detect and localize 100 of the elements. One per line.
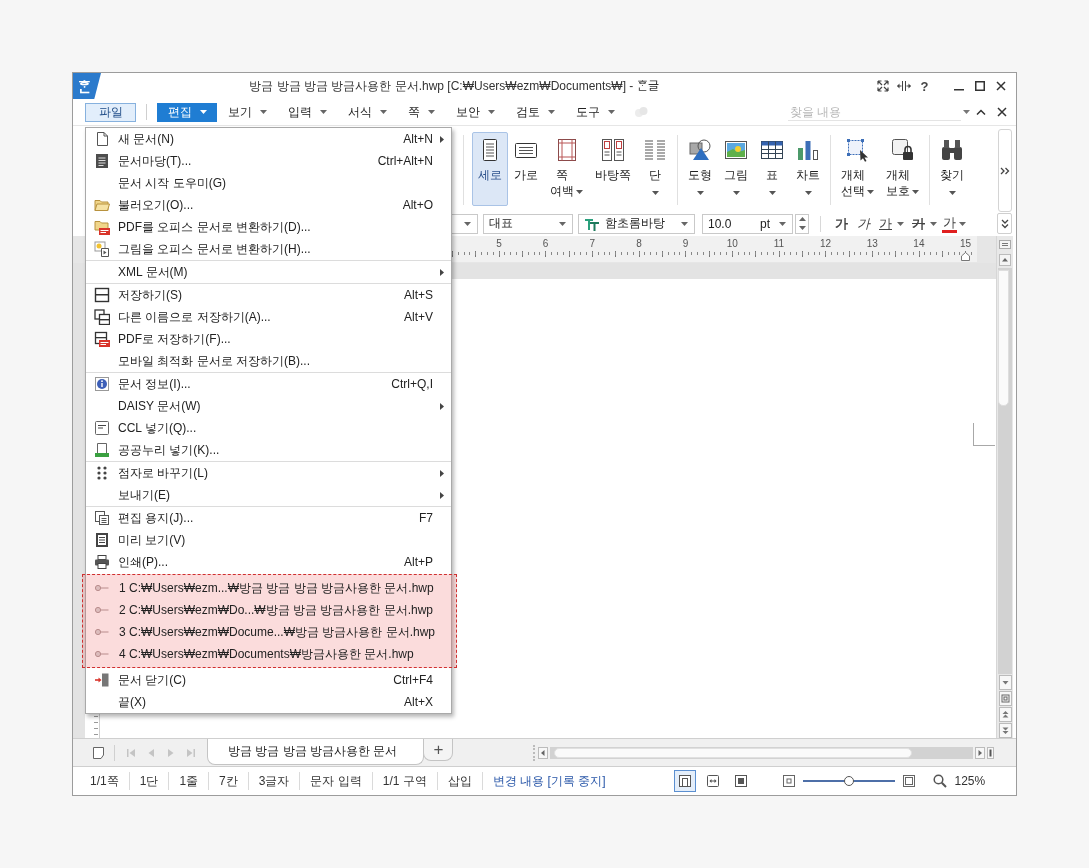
italic-button[interactable]: 가	[854, 213, 873, 234]
menu-item[interactable]: 새 문서(N) Alt+N	[86, 128, 451, 150]
ribbon-button[interactable]: 찾기	[934, 132, 970, 206]
page-frame-icon[interactable]	[998, 690, 1012, 706]
view-button[interactable]	[674, 770, 697, 792]
status-field[interactable]: 1/1 구역	[372, 772, 437, 790]
caret-icon[interactable]	[651, 191, 659, 195]
caret-icon[interactable]	[897, 221, 904, 226]
ribbon-button[interactable]: 단	[637, 132, 673, 206]
status-field[interactable]: 1줄	[169, 772, 209, 790]
left-arrow-icon[interactable]	[538, 746, 548, 759]
menu-item[interactable]: PDF를 오피스 문서로 변환하기(D)...	[86, 216, 451, 238]
menu-item[interactable]: 저장하기(S) Alt+S	[86, 284, 451, 306]
split-handle-icon[interactable]	[999, 239, 1011, 249]
font-combo[interactable]: 함초롬바탕	[578, 213, 695, 234]
menu-item[interactable]: 보내기(E)	[86, 484, 451, 506]
caret-icon[interactable]	[768, 191, 776, 195]
caret-icon[interactable]	[930, 221, 937, 226]
menu-item[interactable]: 끝(X) Alt+X	[86, 691, 451, 713]
menu-item[interactable]: 점자로 바꾸기(L)	[86, 462, 451, 484]
document-tab[interactable]: 방금 방금 방금 방금사용한 문서	[207, 739, 425, 765]
strikethrough-button[interactable]: 가	[909, 213, 928, 234]
menu-item[interactable]: 불러오기(O)... Alt+O	[86, 194, 451, 216]
ribbon-button[interactable]: 개체 보호	[880, 132, 925, 206]
caret-icon[interactable]	[948, 191, 956, 195]
expand-button[interactable]	[997, 213, 1012, 234]
ribbon-button[interactable]: 바탕쪽	[589, 132, 637, 206]
tab-stop-marker-icon[interactable]	[961, 252, 970, 261]
caret-icon[interactable]	[867, 189, 874, 194]
menu-item[interactable]: 미리 보기(V)	[86, 529, 451, 551]
scrollbar-thumb[interactable]	[998, 270, 1009, 406]
close-icon[interactable]	[996, 107, 1007, 117]
status-field[interactable]: 문자 입력	[300, 772, 372, 790]
zoom-in-icon[interactable]	[903, 775, 916, 787]
previous-page-icon[interactable]	[998, 706, 1012, 722]
caret-icon[interactable]	[732, 191, 740, 195]
change-tracking-link[interactable]: 변경 내용 [기록 중지]	[482, 772, 616, 790]
caret-icon[interactable]	[696, 191, 704, 195]
horizontal-scrollbar[interactable]	[550, 746, 973, 759]
recent-file-item[interactable]: 3 C:₩Users₩ezm₩Docume...₩방금 방금사용한 문서.hwp	[86, 621, 451, 643]
underline-button[interactable]: 가	[876, 213, 895, 234]
menu-item[interactable]: XML 문서(M)	[86, 261, 451, 283]
menu-item[interactable]: 편집 용지(J)... F7	[86, 507, 451, 529]
next-page-icon[interactable]	[998, 722, 1012, 738]
menu-tab[interactable]: 검토	[505, 102, 565, 122]
status-field[interactable]: 1/1쪽	[80, 772, 129, 790]
chevron-up-icon[interactable]	[975, 109, 986, 115]
menu-item[interactable]: 모바일 최적화 문서로 저장하기(B)...	[86, 350, 451, 372]
paragraph-style-combo[interactable]: 대표	[483, 213, 573, 234]
recent-file-item[interactable]: 2 C:₩Users₩ezm₩Do...₩방금 방금 방금사용한 문서.hwp	[86, 599, 451, 621]
menu-item[interactable]: PDF로 저장하기(F)...	[86, 328, 451, 350]
menu-item[interactable]: 공공누리 넣기(K)...	[86, 439, 451, 461]
ribbon-button[interactable]: 차트	[790, 132, 826, 206]
add-tab-button[interactable]: +	[423, 739, 454, 761]
menu-item[interactable]: 문서 정보(I)... Ctrl+Q,I	[86, 373, 451, 395]
caret-icon[interactable]	[959, 221, 966, 226]
caret-icon[interactable]	[912, 189, 919, 194]
ribbon-button[interactable]: 그림	[718, 132, 754, 206]
ribbon-button[interactable]: 도형	[682, 132, 718, 206]
menu-item[interactable]: 문서 닫기(C) Ctrl+F4	[86, 669, 451, 691]
menu-item[interactable]: 인쇄(P)... Alt+P	[86, 551, 451, 573]
menu-tab[interactable]: 입력	[277, 102, 337, 122]
status-field[interactable]: 1단	[129, 772, 169, 790]
menu-tab[interactable]: 보안	[445, 102, 505, 122]
recent-file-item[interactable]: 1 C:₩Users₩ezm...₩방금 방금 방금 방금사용한 문서.hwp	[86, 577, 451, 599]
ribbon-button[interactable]: 개체 선택	[835, 132, 880, 206]
menu-item[interactable]: 다른 이름으로 저장하기(A)... Alt+V	[86, 306, 451, 328]
caret-icon[interactable]	[804, 191, 812, 195]
maximize-icon[interactable]	[974, 81, 985, 91]
style-combo[interactable]	[450, 213, 478, 234]
bold-button[interactable]: 가	[832, 213, 851, 234]
help-button[interactable]: ?	[920, 78, 929, 94]
menu-tab[interactable]: 도구	[565, 102, 625, 122]
menu-tab[interactable]: 편집	[157, 102, 217, 122]
menu-item[interactable]: 그림을 오피스 문서로 변환하기(H)...	[86, 238, 451, 260]
menu-item[interactable]: CCL 넣기(Q)...	[86, 417, 451, 439]
status-field[interactable]: 7칸	[209, 772, 248, 790]
size-spinner[interactable]	[795, 213, 809, 234]
menu-tab[interactable]: 쪽	[397, 102, 445, 122]
ribbon-button[interactable]: 세로	[472, 132, 508, 206]
close-icon[interactable]	[995, 81, 1006, 91]
page-icon[interactable]	[92, 746, 104, 759]
menu-item[interactable]: 문서마당(T)... Ctrl+Alt+N	[86, 150, 451, 172]
ribbon-button[interactable]: 가로	[508, 132, 544, 206]
slider-thumb[interactable]	[844, 776, 855, 786]
caret-icon[interactable]	[963, 110, 970, 114]
ribbon-button[interactable]: 쪽 여백	[544, 132, 589, 206]
zoom-percent[interactable]: 125%	[954, 774, 986, 788]
split-bar-icon[interactable]	[987, 746, 994, 759]
expand-arrows-icon[interactable]	[876, 80, 889, 92]
search-icon[interactable]	[933, 774, 948, 788]
menu-item[interactable]: 문서 시작 도우미(G)	[86, 172, 451, 194]
recent-file-item[interactable]: 4 C:₩Users₩ezm₩Documents₩방금사용한 문서.hwp	[86, 643, 451, 665]
zoom-out-icon[interactable]	[783, 775, 796, 787]
status-field[interactable]: 3글자	[248, 772, 300, 790]
caret-icon[interactable]	[576, 189, 583, 194]
status-field[interactable]: 삽입	[437, 772, 482, 790]
search-field[interactable]: 찾을 내용	[788, 103, 961, 121]
width-arrows-icon[interactable]	[896, 81, 911, 91]
font-size-field[interactable]: 10.0 pt	[702, 213, 793, 234]
